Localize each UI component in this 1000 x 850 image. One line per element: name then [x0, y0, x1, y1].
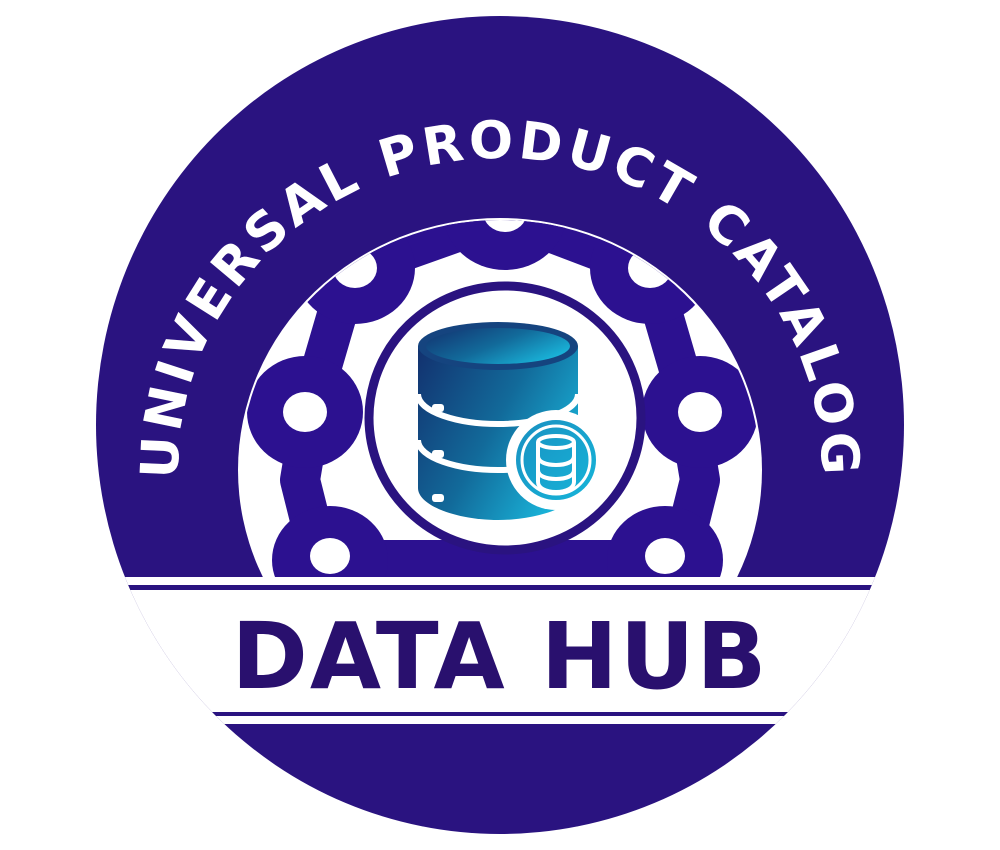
small-database-icon [506, 410, 606, 510]
band-title: DATA HUB [231, 603, 768, 710]
badge-canvas: UNIVERSAL PRODUCT CATALOG DATA HUB [0, 0, 1000, 850]
badge-logo: UNIVERSAL PRODUCT CATALOG DATA HUB [96, 16, 904, 834]
